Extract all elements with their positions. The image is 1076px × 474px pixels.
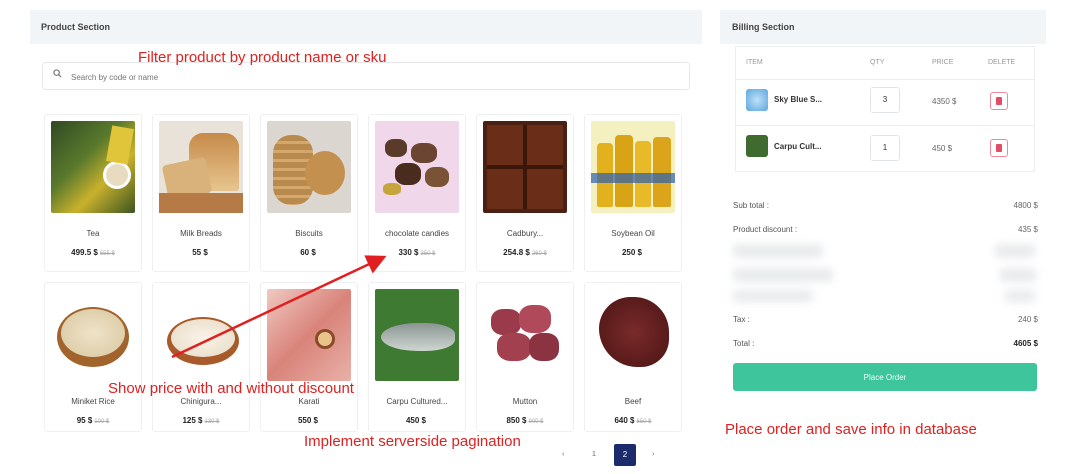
annotation-arrow — [171, 255, 387, 359]
annotation-price: Show price with and without discount — [108, 380, 354, 397]
annotation-order: Place order and save info in database — [725, 421, 977, 438]
annotation-filter: Filter product by product name or sku — [138, 49, 387, 66]
annotation-pagination: Implement serverside pagination — [304, 433, 521, 450]
